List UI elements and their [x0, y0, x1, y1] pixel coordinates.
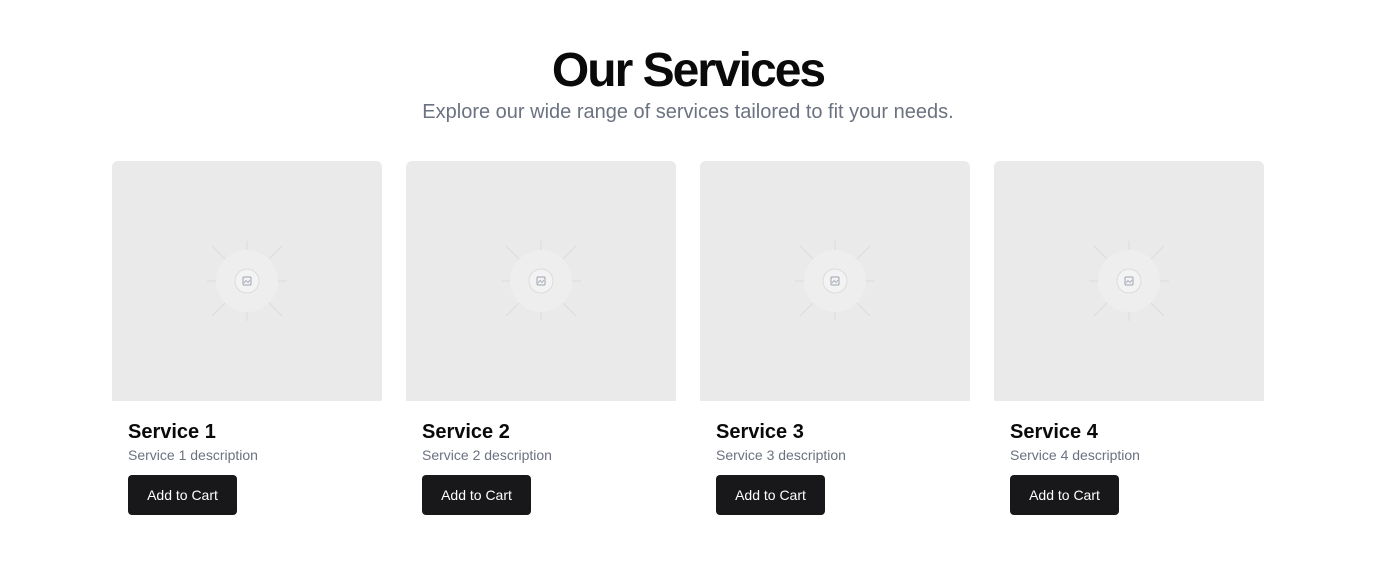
services-header: Our Services Explore our wide range of s…	[0, 42, 1376, 124]
service-description: Service 3 description	[716, 447, 846, 463]
service-card-body: Service 4 Service 4 description Add to C…	[994, 401, 1264, 515]
service-image-placeholder	[112, 161, 382, 401]
service-title: Service 2	[422, 421, 510, 443]
add-to-cart-button[interactable]: Add to Cart	[716, 475, 825, 515]
service-title: Service 1	[128, 421, 216, 443]
service-title: Service 4	[1010, 421, 1098, 443]
service-image-placeholder	[700, 161, 970, 401]
page-title: Our Services	[551, 44, 826, 97]
service-card-body: Service 1 Service 1 description Add to C…	[112, 401, 382, 515]
service-card-body: Service 3 Service 3 description Add to C…	[700, 401, 970, 515]
service-card: Service 2 Service 2 description Add to C…	[406, 161, 676, 521]
image-placeholder-icon	[501, 241, 581, 321]
service-description: Service 4 description	[1010, 447, 1140, 463]
services-section: Our Services Explore our wide range of s…	[0, 0, 1376, 577]
service-image-placeholder	[406, 161, 676, 401]
service-card: Service 4 Service 4 description Add to C…	[994, 161, 1264, 521]
service-image-placeholder	[994, 161, 1264, 401]
add-to-cart-button[interactable]: Add to Cart	[128, 475, 237, 515]
service-title: Service 3	[716, 421, 804, 443]
image-placeholder-icon	[795, 241, 875, 321]
service-card-body: Service 2 Service 2 description Add to C…	[406, 401, 676, 515]
service-card: Service 1 Service 1 description Add to C…	[112, 161, 382, 521]
service-description: Service 2 description	[422, 447, 552, 463]
image-placeholder-icon	[1089, 241, 1169, 321]
image-placeholder-icon	[207, 241, 287, 321]
services-grid: Service 1 Service 1 description Add to C…	[112, 161, 1264, 521]
add-to-cart-button[interactable]: Add to Cart	[422, 475, 531, 515]
service-card: Service 3 Service 3 description Add to C…	[700, 161, 970, 521]
service-description: Service 1 description	[128, 447, 258, 463]
add-to-cart-button[interactable]: Add to Cart	[1010, 475, 1119, 515]
page-subtitle: Explore our wide range of services tailo…	[422, 101, 954, 123]
